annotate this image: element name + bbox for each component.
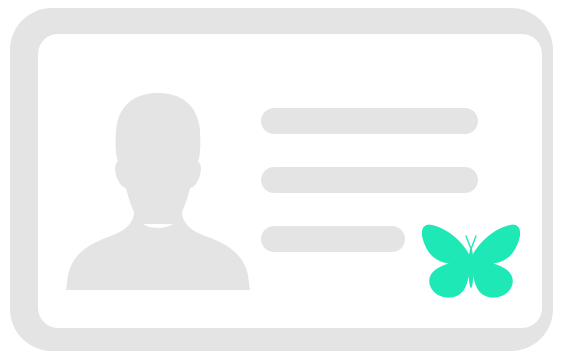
text-line-3 bbox=[261, 226, 405, 252]
text-line-2 bbox=[261, 167, 478, 193]
text-line-1 bbox=[261, 108, 478, 134]
id-card-illustration bbox=[0, 0, 563, 358]
id-card-icon bbox=[10, 8, 553, 351]
butterfly-body bbox=[468, 248, 474, 288]
